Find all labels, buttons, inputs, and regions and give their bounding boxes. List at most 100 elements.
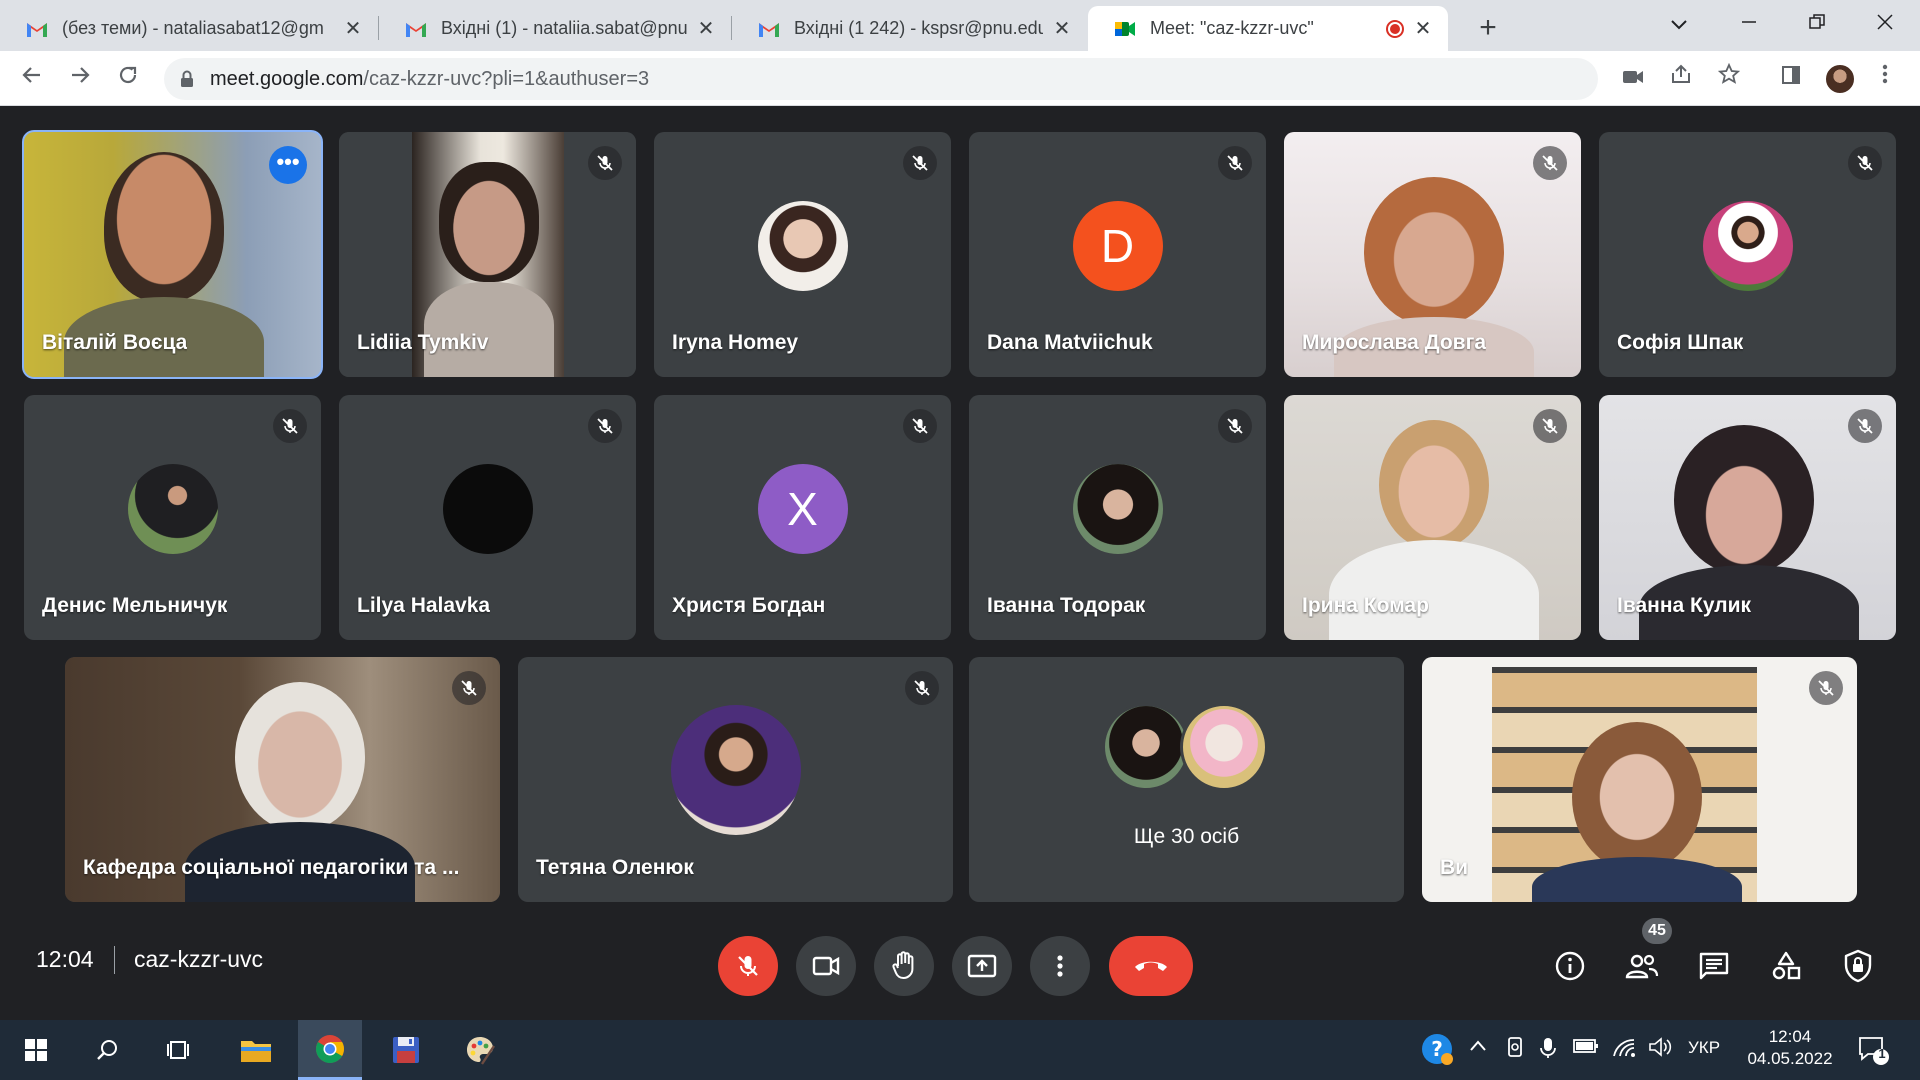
mic-off-icon [1533,409,1567,443]
back-button[interactable] [14,60,50,96]
mic-off-icon [1218,409,1252,443]
chevron-up-icon[interactable] [1468,1036,1488,1061]
shield-lock-icon [1844,949,1872,983]
host-controls-button[interactable] [1838,946,1878,986]
participant-tile[interactable]: Ірина Комар [1284,395,1581,640]
present-screen-button[interactable] [952,936,1012,996]
browser-tab-4[interactable]: Meet: "caz-kzzr-uvc" ✕ [1088,6,1448,51]
paint-app-button[interactable] [448,1020,512,1080]
close-icon[interactable]: ✕ [342,16,364,41]
divider [114,946,115,974]
kebab-menu-icon[interactable] [1870,63,1900,93]
url-text: meet.google.com/caz-kzzr-uvc?pli=1&authu… [210,68,649,91]
participant-tile[interactable]: ••• Віталій Воєца [22,130,323,379]
participant-tile[interactable]: Денис Мельничук [24,395,321,640]
raise-hand-button[interactable] [874,936,934,996]
mic-off-icon [903,409,937,443]
window-close-icon[interactable] [1860,6,1910,42]
toggle-camera-button[interactable] [796,936,856,996]
toggle-microphone-button[interactable] [718,936,778,996]
volume-icon[interactable] [1648,1036,1672,1063]
shapes-icon [1772,951,1801,980]
camera-in-use-icon[interactable] [1618,63,1648,93]
battery-icon[interactable] [1572,1036,1600,1061]
close-icon[interactable]: ✕ [1412,16,1434,41]
task-view-button[interactable] [148,1020,212,1080]
minimize-icon[interactable] [1724,6,1774,42]
notifications-button[interactable]: 1 [1856,1032,1890,1071]
mic-off-icon [1809,671,1843,705]
search-button[interactable] [76,1020,140,1080]
taskbar-clock[interactable]: 12:04 04.05.2022 [1740,1026,1840,1070]
input-language-indicator[interactable]: УКР [1688,1038,1720,1058]
close-icon[interactable]: ✕ [1051,16,1073,41]
save-app-button[interactable] [374,1020,438,1080]
more-options-button[interactable] [1030,936,1090,996]
participant-tile[interactable]: Iryna Homey [654,132,951,377]
participant-name: Ірина Комар [1302,594,1429,617]
activities-button[interactable] [1766,946,1806,986]
reload-button[interactable] [110,60,146,96]
participant-tile[interactable]: Тетяна Оленюк [518,657,953,902]
meeting-details-button[interactable] [1550,946,1590,986]
participant-name: Lilya Halavka [357,594,491,617]
mic-off-icon [273,409,307,443]
profile-avatar[interactable] [1824,63,1856,95]
gmail-icon [759,22,779,37]
bookmark-star-icon[interactable] [1714,62,1744,93]
meet-participant-grid: ••• Віталій Воєца Lidiia Tymkiv Iryna Ho… [0,106,1920,914]
participant-avatar [127,463,218,554]
file-explorer-button[interactable] [224,1020,288,1080]
windows-logo-icon [25,1039,47,1061]
mic-off-icon [1218,146,1252,180]
participant-tile[interactable]: Мирослава Довга [1284,132,1581,377]
participant-tile[interactable]: X Христя Богдан [654,395,951,640]
microphone-tray-icon[interactable] [1538,1036,1558,1065]
device-icon[interactable] [1504,1036,1526,1063]
gmail-icon [27,22,47,37]
leave-call-button[interactable] [1109,936,1193,996]
recording-icon [1386,19,1404,38]
forward-button[interactable] [62,60,98,96]
participant-name: Dana Matviichuk [987,331,1153,354]
mic-off-icon [1533,146,1567,180]
new-tab-button[interactable]: + [1468,8,1508,48]
arrow-left-icon [22,67,40,83]
participant-avatar [442,463,533,554]
participant-tile[interactable]: Софія Шпак [1599,132,1896,377]
participant-tile[interactable]: Lilya Halavka [339,395,636,640]
help-icon[interactable]: ? [1420,1032,1454,1071]
mic-off-icon [452,671,486,705]
paint-palette-icon [467,1037,495,1065]
self-video [1422,657,1857,902]
chrome-taskbar-button[interactable] [298,1020,362,1080]
taskbar-date: 04.05.2022 [1747,1049,1833,1068]
show-everyone-button[interactable] [1622,946,1662,986]
participant-tile[interactable]: D Dana Matviichuk [969,132,1266,377]
browser-tab-2[interactable]: Вхідні (1) - nataliia.sabat@pnu.ed ✕ [379,6,731,51]
side-panel-icon[interactable] [1776,63,1806,93]
participant-tile[interactable]: Кафедра соціальної педагогіки та ... [65,657,500,902]
chat-button[interactable] [1694,946,1734,986]
close-icon[interactable]: ✕ [695,16,717,41]
address-bar[interactable]: meet.google.com/caz-kzzr-uvc?pli=1&authu… [164,58,1598,100]
participant-name: Iryna Homey [672,331,799,354]
share-icon[interactable] [1666,63,1696,93]
more-options-button[interactable]: ••• [269,146,307,184]
restore-icon[interactable] [1792,6,1842,42]
gmail-icon [406,22,426,37]
browser-tab-3[interactable]: Вхідні (1 242) - kspsr@pnu.edu.u ✕ [732,6,1087,51]
start-button[interactable] [4,1020,68,1080]
participant-tile[interactable]: Іванна Кулик [1599,395,1896,640]
people-icon [1625,954,1659,979]
browser-tab-strip: (без теми) - nataliasabat12@gm ✕ Вхідні … [0,0,1920,51]
browser-tab-1[interactable]: (без теми) - nataliasabat12@gm ✕ [0,6,378,51]
tab-title: Meet: "caz-kzzr-uvc" [1150,18,1314,38]
participant-tile[interactable]: Lidiia Tymkiv [339,132,636,377]
wifi-icon[interactable] [1612,1036,1636,1063]
participant-tile[interactable]: Іванна Тодорак [969,395,1266,640]
self-view-tile[interactable]: Ви [1422,657,1857,902]
mic-off-icon [1848,146,1882,180]
more-participants-tile[interactable]: Ще 30 осіб [969,657,1404,902]
tab-search-icon[interactable] [1654,6,1704,42]
